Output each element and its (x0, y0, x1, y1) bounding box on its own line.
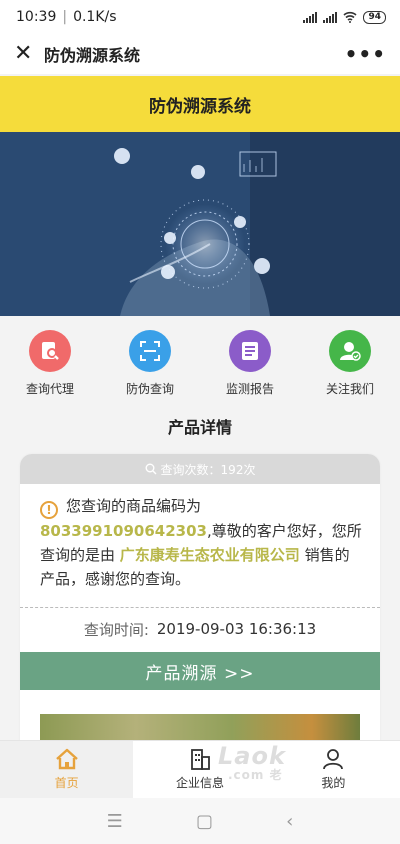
user-icon (323, 749, 344, 770)
tab-bar: 首页 企业信息 我的 (0, 740, 400, 798)
watermark: Laok .com 老 (218, 742, 286, 783)
more-icon[interactable]: ••• (345, 42, 386, 66)
status-time: 10:39 (16, 9, 57, 25)
page-header: 防伪溯源系统 (0, 76, 400, 132)
signal-icon-2 (323, 11, 338, 23)
signal-icon (303, 11, 318, 23)
banner-image (0, 132, 400, 316)
query-time: 查询时间: 2019-09-03 16:36:13 (20, 608, 380, 650)
section-title: 产品详情 (167, 418, 232, 437)
nav-title: 防伪溯源系统 (44, 46, 141, 65)
quick-label: 防伪查询 (125, 382, 174, 396)
tab-home[interactable]: 首页 (0, 741, 134, 798)
query-time-value: 2019-09-03 16:36:13 (156, 620, 317, 638)
query-time-label: 查询时间: (83, 620, 149, 639)
query-count: 查询次数：192次 (160, 462, 256, 477)
tab-label: 我的 (321, 776, 346, 790)
mini-program-nav-bar: ✕ 防伪溯源系统 ••• (0, 34, 400, 74)
status-separator: | (62, 9, 68, 25)
company-name: 广东康寿生态农业有限公司 (119, 546, 300, 564)
banner-illustration (0, 132, 400, 316)
menu-icon[interactable]: ☰ (107, 811, 123, 832)
agent-search-icon (29, 330, 71, 372)
product-card: 查询次数：192次 ! 您查询的商品编码为 8033991090642303,尊敬… (20, 454, 380, 754)
page-title: 防伪溯源系统 (149, 96, 251, 117)
report-icon (229, 330, 271, 372)
quick-item-verify[interactable]: 防伪查询 (100, 318, 200, 400)
quick-item-report[interactable]: 监测报告 (200, 318, 300, 400)
query-count-bar: 查询次数：192次 (20, 454, 380, 484)
trace-button[interactable]: 产品溯源 >> (20, 652, 380, 690)
quick-item-follow[interactable]: 关注我们 (300, 318, 400, 400)
msg-prefix: 您查询的商品编码为 (66, 497, 202, 515)
battery-icon: 94 (363, 10, 386, 24)
close-icon[interactable]: ✕ (14, 43, 38, 65)
tab-mine[interactable]: 我的 (267, 741, 400, 798)
alert-icon: ! (40, 501, 58, 519)
product-code: 8033991090642303 (40, 522, 207, 540)
status-speed: 0.1K/s (73, 9, 117, 25)
home-icon (55, 748, 78, 770)
quick-menu: 查询代理 防伪查询 监测报告 关注我们 (0, 318, 400, 400)
quick-label: 关注我们 (325, 382, 374, 396)
system-nav-bar: ☰ ▢ ‹ (0, 798, 400, 844)
quick-item-agent[interactable]: 查询代理 (0, 318, 100, 400)
tab-label: 企业信息 (175, 776, 224, 790)
tab-label: 首页 (54, 776, 79, 790)
scan-icon (129, 330, 171, 372)
watermark-sub: .com 老 (228, 768, 283, 782)
search-icon (145, 463, 157, 475)
wifi-icon (343, 11, 358, 23)
follow-user-icon (329, 330, 371, 372)
query-message: ! 您查询的商品编码为 8033991090642303,尊敬的客户您好，您所查询… (20, 484, 380, 608)
quick-label: 监测报告 (225, 382, 274, 396)
status-bar: 10:39 | 0.1K/s 94 (0, 0, 400, 34)
home-square-icon[interactable]: ▢ (196, 811, 213, 832)
building-icon (191, 749, 210, 770)
back-icon[interactable]: ‹ (286, 811, 293, 832)
quick-label: 查询代理 (25, 382, 74, 396)
